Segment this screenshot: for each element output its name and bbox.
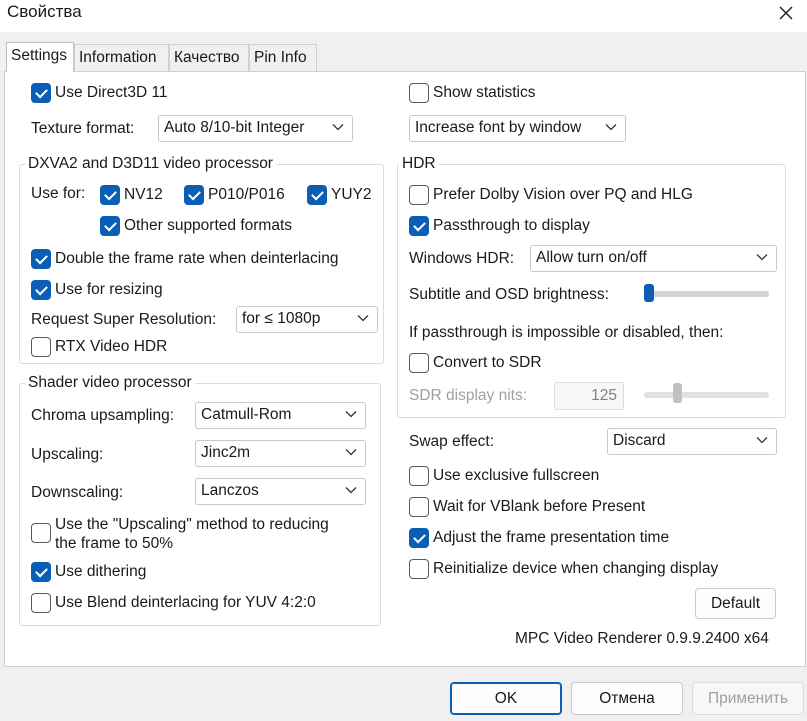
- brightness-label: Subtitle and OSD brightness:: [409, 286, 609, 303]
- chroma-select[interactable]: Catmull-Rom: [195, 402, 366, 429]
- yuy2-checkbox[interactable]: [307, 185, 327, 205]
- brightness-slider-track[interactable]: [646, 291, 769, 297]
- chroma-value: Catmull-Rom: [201, 406, 292, 423]
- tab-quality[interactable]: Качество: [169, 44, 249, 71]
- texture-format-label: Texture format:: [31, 120, 135, 137]
- downscaling-select[interactable]: Lanczos: [195, 478, 366, 505]
- upscaling-label: Upscaling:: [31, 446, 104, 463]
- convert-sdr-label: Convert to SDR: [433, 354, 542, 371]
- chevron-down-icon: [345, 449, 357, 456]
- downscaling-label: Downscaling:: [31, 484, 124, 501]
- close-icon: [779, 6, 793, 20]
- tab-pin-info[interactable]: Pin Info: [249, 44, 317, 71]
- hdr-group-title: HDR: [399, 155, 439, 173]
- swap-effect-select[interactable]: Discard: [607, 428, 777, 455]
- reinit-device-label: Reinitialize device when changing displa…: [433, 560, 719, 577]
- nv12-checkbox[interactable]: [100, 185, 120, 205]
- super-res-value: for ≤ 1080p: [242, 310, 321, 327]
- downscaling-value: Lanczos: [201, 482, 259, 499]
- blend-deinterlace-checkbox[interactable]: [31, 593, 51, 613]
- sdr-nits-slider-track[interactable]: [644, 392, 769, 398]
- resizing-checkbox[interactable]: [31, 280, 51, 300]
- swap-effect-label: Swap effect:: [409, 433, 495, 450]
- passthrough-checkbox[interactable]: [409, 216, 429, 236]
- adjust-time-label: Adjust the frame presentation time: [433, 529, 670, 546]
- title-bar: Свойства: [0, 0, 807, 32]
- nv12-label: NV12: [124, 186, 163, 203]
- texture-format-value: Auto 8/10-bit Integer: [164, 119, 305, 136]
- dxva-group-title: DXVA2 and D3D11 video processor: [25, 155, 276, 173]
- version-label: MPC Video Renderer 0.9.9.2400 x64: [515, 630, 769, 647]
- convert-sdr-checkbox[interactable]: [409, 353, 429, 373]
- default-button[interactable]: Default: [695, 588, 776, 619]
- cancel-button[interactable]: Отмена: [571, 682, 683, 715]
- double-rate-checkbox[interactable]: [31, 249, 51, 269]
- sdr-nits-label: SDR display nits:: [409, 387, 528, 404]
- chevron-down-icon: [756, 254, 768, 261]
- windows-hdr-value: Allow turn on/off: [536, 249, 647, 266]
- tab-information[interactable]: Information: [74, 44, 169, 71]
- close-button[interactable]: [765, 0, 807, 26]
- sdr-nits-slider-thumb[interactable]: [673, 383, 682, 403]
- passthrough-label: Passthrough to display: [433, 217, 590, 234]
- swap-effect-value: Discard: [613, 432, 666, 449]
- resizing-label: Use for resizing: [55, 281, 163, 298]
- other-formats-checkbox[interactable]: [100, 216, 120, 236]
- upscale-reduce-label-line1: Use the "Upscaling" method to reducing: [55, 516, 329, 533]
- exclusive-fullscreen-checkbox[interactable]: [409, 466, 429, 486]
- super-res-label: Request Super Resolution:: [31, 311, 217, 328]
- vblank-label: Wait for VBlank before Present: [433, 498, 646, 515]
- use-for-label: Use for:: [31, 185, 86, 202]
- adjust-time-checkbox[interactable]: [409, 528, 429, 548]
- upscaling-value: Jinc2m: [201, 444, 251, 461]
- chevron-down-icon: [332, 124, 344, 131]
- blend-deinterlace-label: Use Blend deinterlacing for YUV 4:2:0: [55, 594, 316, 611]
- p010-label: P010/P016: [208, 186, 285, 203]
- show-statistics-label: Show statistics: [433, 84, 536, 101]
- font-mode-value: Increase font by window: [415, 119, 582, 136]
- windows-hdr-label: Windows HDR:: [409, 250, 515, 267]
- window-title: Свойства: [7, 2, 82, 21]
- upscale-reduce-label-line2: the frame to 50%: [55, 535, 174, 552]
- vblank-checkbox[interactable]: [409, 497, 429, 517]
- chevron-down-icon: [605, 124, 617, 131]
- super-res-select[interactable]: for ≤ 1080p: [236, 306, 378, 333]
- apply-button[interactable]: Применить: [692, 682, 804, 715]
- chevron-down-icon: [345, 411, 357, 418]
- brightness-slider-thumb[interactable]: [644, 284, 654, 302]
- windows-hdr-select[interactable]: Allow turn on/off: [530, 245, 777, 272]
- dithering-label: Use dithering: [55, 563, 147, 580]
- chevron-down-icon: [357, 315, 369, 322]
- dolby-vision-checkbox[interactable]: [409, 185, 429, 205]
- dolby-vision-label: Prefer Dolby Vision over PQ and HLG: [433, 186, 693, 203]
- use-d3d11-checkbox[interactable]: [31, 83, 51, 103]
- passthrough-impossible-label: If passthrough is impossible or disabled…: [409, 324, 724, 341]
- use-d3d11-label: Use Direct3D 11: [55, 84, 168, 101]
- double-rate-label: Double the frame rate when deinterlacing: [55, 250, 339, 267]
- chevron-down-icon: [756, 437, 768, 444]
- p010-checkbox[interactable]: [184, 185, 204, 205]
- shader-group-title: Shader video processor: [25, 374, 195, 392]
- dithering-checkbox[interactable]: [31, 562, 51, 582]
- other-formats-label: Other supported formats: [124, 217, 292, 234]
- rtx-hdr-label: RTX Video HDR: [55, 338, 168, 355]
- yuy2-label: YUY2: [331, 186, 372, 203]
- ok-button[interactable]: OK: [450, 682, 562, 715]
- exclusive-fullscreen-label: Use exclusive fullscreen: [433, 467, 600, 484]
- upscaling-select[interactable]: Jinc2m: [195, 440, 366, 467]
- rtx-hdr-checkbox[interactable]: [31, 337, 51, 357]
- reinit-device-checkbox[interactable]: [409, 559, 429, 579]
- font-mode-select[interactable]: Increase font by window: [409, 115, 626, 142]
- chroma-label: Chroma upsampling:: [31, 407, 175, 424]
- upscale-reduce-checkbox[interactable]: [31, 523, 51, 543]
- show-statistics-checkbox[interactable]: [409, 83, 429, 103]
- texture-format-select[interactable]: Auto 8/10-bit Integer: [158, 115, 353, 142]
- sdr-nits-input[interactable]: 125: [554, 382, 624, 410]
- chevron-down-icon: [345, 487, 357, 494]
- tab-settings[interactable]: Settings: [6, 42, 74, 72]
